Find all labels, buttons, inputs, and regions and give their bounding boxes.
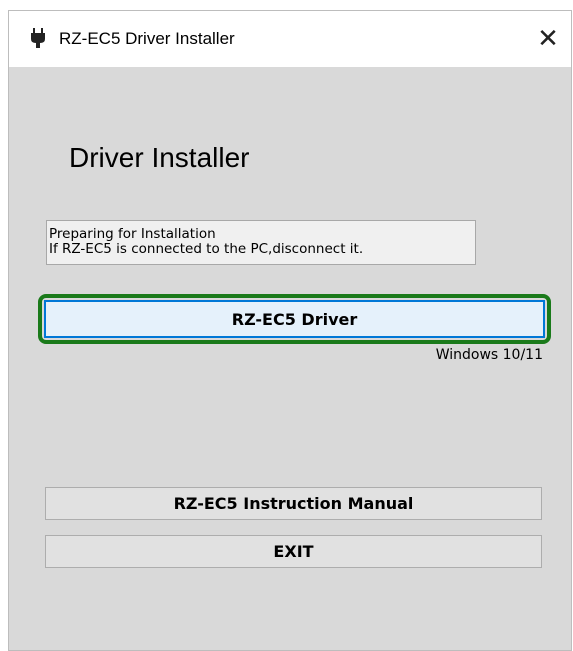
windows-version-label: Windows 10/11 <box>435 347 543 363</box>
installer-window: RZ-EC5 Driver Installer ✕ Driver Install… <box>8 10 572 651</box>
instruction-manual-button[interactable]: RZ-EC5 Instruction Manual <box>45 487 542 520</box>
status-line-1: Preparing for Installation <box>49 226 216 242</box>
install-driver-button[interactable]: RZ-EC5 Driver <box>44 300 545 338</box>
status-message-box: Preparing for Installation If RZ-EC5 is … <box>46 220 476 265</box>
title-bar[interactable]: RZ-EC5 Driver Installer ✕ <box>9 11 571 67</box>
exit-button[interactable]: EXIT <box>45 535 542 568</box>
connector-plug-icon <box>31 28 45 48</box>
page-title: Driver Installer <box>69 142 250 173</box>
window-title: RZ-EC5 Driver Installer <box>59 29 235 48</box>
client-area: Driver Installer Preparing for Installat… <box>9 67 571 650</box>
close-icon[interactable]: ✕ <box>531 21 565 55</box>
status-line-2: If RZ-EC5 is connected to the PC,disconn… <box>49 241 364 257</box>
